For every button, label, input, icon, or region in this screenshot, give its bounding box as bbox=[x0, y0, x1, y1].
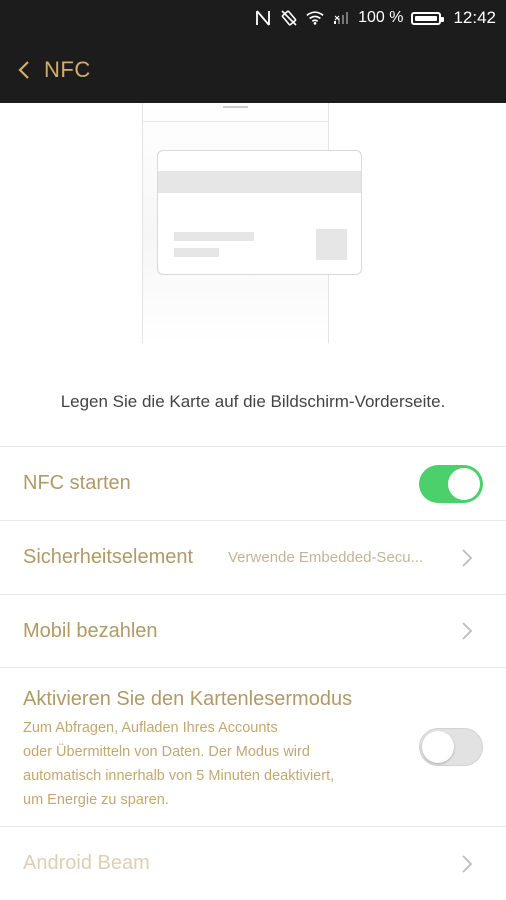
android-beam-row[interactable]: Android Beam bbox=[0, 826, 506, 900]
toggle-knob bbox=[422, 731, 454, 763]
reader-mode-desc-line: automatisch innerhalb von 5 Minuten deak… bbox=[23, 768, 335, 784]
nfc-start-toggle[interactable] bbox=[419, 464, 483, 503]
mobile-pay-label: Mobil bezahlen bbox=[23, 619, 158, 642]
card-line bbox=[174, 248, 219, 257]
chevron-right-icon bbox=[461, 621, 473, 641]
card-line bbox=[174, 232, 254, 241]
clock: 12:42 bbox=[453, 8, 496, 27]
battery-percent: 100 % bbox=[358, 9, 404, 26]
secure-element-label: Sicherheitselement bbox=[23, 546, 194, 568]
reader-mode-desc-line: um Energie zu sparen. bbox=[23, 792, 169, 808]
toggle-knob bbox=[448, 467, 480, 500]
app-bar: NFC bbox=[0, 36, 506, 103]
card-illustration bbox=[157, 150, 362, 275]
reader-mode-desc-line: Zum Abfragen, Aufladen Ihres Accounts bbox=[23, 720, 278, 736]
mobile-pay-row[interactable]: Mobil bezahlen bbox=[0, 594, 506, 667]
nfc-illustration bbox=[0, 103, 506, 363]
nfc-icon bbox=[254, 9, 272, 27]
back-chevron-icon[interactable] bbox=[18, 58, 34, 82]
status-bar: 100 % 12:42 bbox=[0, 0, 506, 36]
wifi-icon bbox=[306, 9, 324, 27]
chevron-right-icon bbox=[461, 854, 473, 874]
secure-element-row[interactable]: Sicherheitselement Verwende Embedded-Sec… bbox=[0, 520, 506, 594]
reader-mode-description: Zum Abfragen, Aufladen Ihres Accounts od… bbox=[23, 716, 403, 812]
chevron-right-icon bbox=[461, 548, 473, 568]
reader-mode-desc-line: oder Übermitteln von Daten. Der Modus wi… bbox=[23, 744, 310, 760]
reader-mode-label: Aktivieren Sie den Kartenlesermodus bbox=[23, 688, 353, 710]
page-title: NFC bbox=[44, 56, 91, 82]
signal-icon bbox=[332, 9, 350, 27]
card-chip bbox=[316, 229, 347, 260]
reader-mode-row: Aktivieren Sie den Kartenlesermodus Zum … bbox=[0, 667, 506, 826]
nfc-start-row: NFC starten bbox=[0, 446, 506, 520]
nfc-start-label: NFC starten bbox=[23, 472, 131, 494]
secure-element-value: Verwende Embedded-Secu... bbox=[228, 549, 424, 566]
reader-mode-toggle[interactable] bbox=[419, 728, 483, 766]
android-beam-label: Android Beam bbox=[23, 852, 150, 874]
card-stripe bbox=[158, 171, 361, 193]
instruction-text: Legen Sie die Karte auf die Bildschirm-V… bbox=[60, 392, 446, 411]
battery-icon bbox=[411, 11, 445, 25]
rotation-icon bbox=[280, 9, 298, 27]
